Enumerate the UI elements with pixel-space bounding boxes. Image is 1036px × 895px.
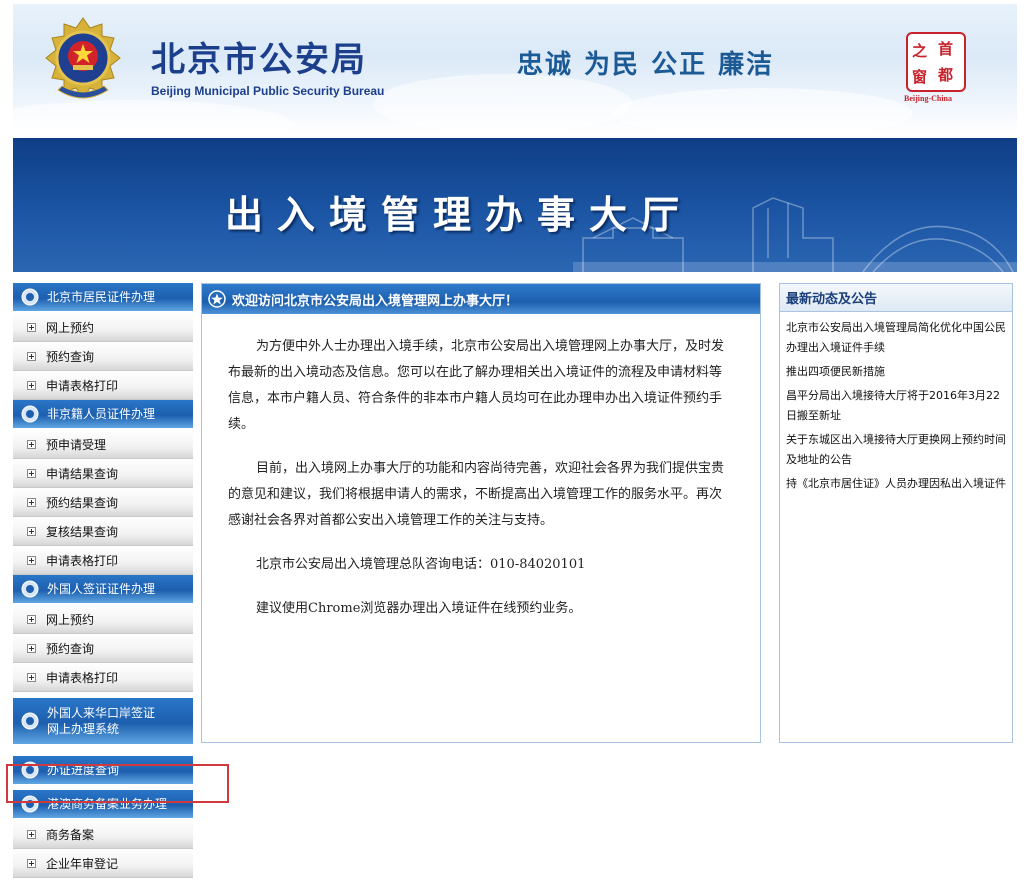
nav-item-form-print[interactable]: 申请表格打印 [13, 546, 193, 575]
nav-section-hk-macao-business[interactable]: 港澳商务备案业务办理 [13, 790, 193, 820]
nav-item-booking-result[interactable]: 预约结果查询 [13, 488, 193, 517]
nav-section-label: 北京市居民证件办理 [47, 290, 156, 304]
hall-banner: 出入境管理办事大厅 [13, 138, 1017, 272]
nav-item-label: 网上预约 [46, 612, 95, 627]
nav-item-label: 预约查询 [46, 641, 95, 656]
nav-section-port-visa-system[interactable]: 外国人来华口岸签证 网上办理系统 [13, 698, 193, 746]
welcome-paragraph: 目前，出入境网上办事大厅的功能和内容尚待完善，欢迎社会各界为我们提供宝贵的意见和… [228, 461, 725, 528]
news-title: 最新动态及公告 [786, 292, 878, 307]
expand-plus-icon [27, 439, 36, 449]
nav-section-non-beijing-documents[interactable]: 非京籍人员证件办理 [13, 400, 193, 430]
nav-item-pre-application[interactable]: 预申请受理 [13, 430, 193, 459]
nav-item-label: 网上预约 [46, 320, 95, 335]
expand-plus-icon [27, 526, 36, 536]
welcome-panel-header: 欢迎访问北京市公安局出入境管理网上办事大厅！ [202, 284, 760, 314]
expand-plus-icon [27, 468, 36, 478]
expand-plus-icon [27, 858, 36, 868]
hotline-text: 北京市公安局出入境管理总队咨询电话：010-84020101 [256, 557, 586, 572]
nav-section-label: 办证进度查询 [47, 763, 120, 777]
nav-item-label: 申请表格打印 [46, 378, 119, 393]
police-badge-icon [21, 580, 39, 598]
browser-tip-text: 建议使用Chrome浏览器办理出入境证件在线预约业务。 [256, 601, 582, 616]
seal-caption: Beijing-China [904, 94, 953, 103]
nav-section-foreigner-visa[interactable]: 外国人签证证件办理 [13, 575, 193, 605]
nav-item-label: 复核结果查询 [46, 524, 119, 539]
nav-item-label: 预约查询 [46, 349, 95, 364]
police-badge-icon [21, 405, 39, 423]
capital-window-seal-icon: 之 首 窗 都 [906, 32, 966, 92]
nav-item-online-booking[interactable]: 网上预约 [13, 605, 193, 634]
news-item-link[interactable]: 北京市公安局出入境管理局简化优化中国公民办理出入境证件手续 [786, 318, 1006, 358]
welcome-paragraph: 为方便中外人士办理出入境手续，北京市公安局出入境管理网上办事大厅，及时发布最新的… [228, 339, 725, 432]
seal-char: 之 [912, 42, 928, 60]
news-item-link[interactable]: 关于东城区出入境接待大厅更换网上预约时间及地址的公告 [786, 430, 1006, 470]
nav-item-annual-review[interactable]: 企业年审登记 [13, 849, 193, 878]
news-panel-header: 最新动态及公告 [780, 284, 1012, 312]
nav-section-label: 港澳商务备案业务办理 [47, 797, 168, 811]
expand-plus-icon [27, 555, 36, 565]
nav-section-label: 非京籍人员证件办理 [47, 407, 156, 421]
welcome-title: 欢迎访问北京市公安局出入境管理网上办事大厅！ [232, 293, 519, 309]
expand-plus-icon [27, 829, 36, 839]
expand-plus-icon [27, 614, 36, 624]
welcome-panel: 欢迎访问北京市公安局出入境管理网上办事大厅！ 为方便中外人士办理出入境手续，北京… [201, 283, 761, 743]
star-badge-icon [208, 290, 226, 308]
expand-plus-icon [27, 643, 36, 653]
nav-item-label: 预约结果查询 [46, 495, 119, 510]
expand-plus-icon [27, 351, 36, 361]
nav-item-label: 申请表格打印 [46, 670, 119, 685]
nav-section-label: 外国人签证证件办理 [47, 582, 156, 596]
police-badge-icon [21, 712, 39, 730]
nav-item-application-result[interactable]: 申请结果查询 [13, 459, 193, 488]
expand-plus-icon [27, 322, 36, 332]
sidebar-nav: 北京市居民证件办理 网上预约 预约查询 申请表格打印 非京籍人员证件办理 预申请… [13, 283, 193, 878]
site-title-en: Beijing Municipal Public Security Bureau [151, 84, 385, 98]
seal-char: 首 [938, 40, 954, 58]
seal-char: 都 [938, 66, 954, 84]
nav-item-business-filing[interactable]: 商务备案 [13, 820, 193, 849]
nav-item-online-booking[interactable]: 网上预约 [13, 313, 193, 342]
news-item-link[interactable]: 持《北京市居住证》人员办理因私出入境证件 [786, 474, 1006, 494]
nav-item-label: 预申请受理 [46, 437, 107, 452]
seal-char: 窗 [912, 68, 928, 86]
nav-item-label: 商务备案 [46, 827, 95, 842]
nav-item-booking-query[interactable]: 预约查询 [13, 342, 193, 371]
nav-item-label: 申请结果查询 [46, 466, 119, 481]
expand-plus-icon [27, 497, 36, 507]
nav-section-label: 外国人来华口岸签证 网上办理系统 [47, 706, 156, 736]
police-badge-icon [21, 288, 39, 306]
police-emblem-icon [45, 17, 121, 99]
nav-item-form-print[interactable]: 申请表格打印 [13, 663, 193, 692]
news-panel: 最新动态及公告 北京市公安局出入境管理局简化优化中国公民办理出入境证件手续 推出… [779, 283, 1013, 743]
welcome-body: 为方便中外人士办理出入境手续，北京市公安局出入境管理网上办事大厅，及时发布最新的… [202, 314, 760, 622]
page: 北京市公安局 Beijing Municipal Public Security… [0, 0, 1036, 895]
nav-item-label: 申请表格打印 [46, 553, 119, 568]
site-motto: 忠诚 为民 公正 廉洁 [517, 50, 775, 80]
nav-section-progress-query[interactable]: 办证进度查询 [13, 756, 193, 786]
news-list: 北京市公安局出入境管理局简化优化中国公民办理出入境证件手续 推出四项便民新措施 … [780, 312, 1012, 494]
nav-item-review-result[interactable]: 复核结果查询 [13, 517, 193, 546]
expand-plus-icon [27, 672, 36, 682]
banner-title: 出入境管理办事大厅 [225, 192, 694, 237]
expand-plus-icon [27, 380, 36, 390]
nav-item-form-print[interactable]: 申请表格打印 [13, 371, 193, 400]
nav-item-booking-query[interactable]: 预约查询 [13, 634, 193, 663]
police-badge-icon [21, 795, 39, 813]
site-title: 北京市公安局 [151, 40, 367, 80]
news-item-link[interactable]: 昌平分局出入境接待大厅将于2016年3月22日搬至新址 [786, 386, 1006, 426]
news-item-link[interactable]: 推出四项便民新措施 [786, 362, 1006, 382]
site-header: 北京市公安局 Beijing Municipal Public Security… [13, 4, 1017, 134]
nav-section-resident-documents[interactable]: 北京市居民证件办理 [13, 283, 193, 313]
nav-item-label: 企业年审登记 [46, 856, 119, 871]
police-badge-icon [21, 761, 39, 779]
